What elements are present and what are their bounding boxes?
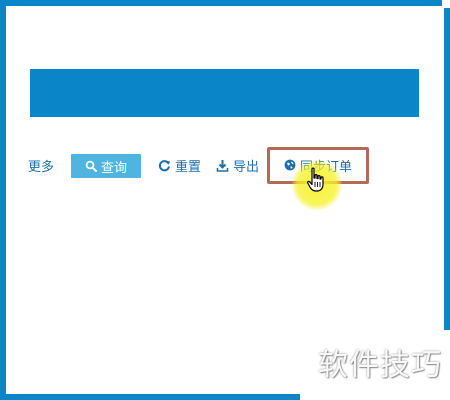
more-label: 更多 <box>28 159 55 175</box>
frame-corner <box>442 0 450 8</box>
frame-gap-bottom <box>300 388 450 400</box>
query-button[interactable]: 查询 <box>71 154 141 178</box>
hand-pointer-icon <box>307 167 327 197</box>
reset-button[interactable]: 重置 <box>158 152 201 178</box>
export-button[interactable]: 导出 <box>216 152 259 178</box>
watermark-text: 软件技巧 <box>318 348 442 383</box>
reset-label: 重置 <box>175 159 202 175</box>
download-icon <box>216 159 229 172</box>
export-label: 导出 <box>233 159 260 175</box>
header-banner <box>30 69 419 117</box>
search-icon <box>85 160 97 172</box>
refresh-icon <box>158 159 171 172</box>
more-button[interactable]: 更多 <box>28 152 54 178</box>
toolbar: 更多 查询 重置 导出 <box>0 152 450 180</box>
query-label: 查询 <box>100 160 127 176</box>
